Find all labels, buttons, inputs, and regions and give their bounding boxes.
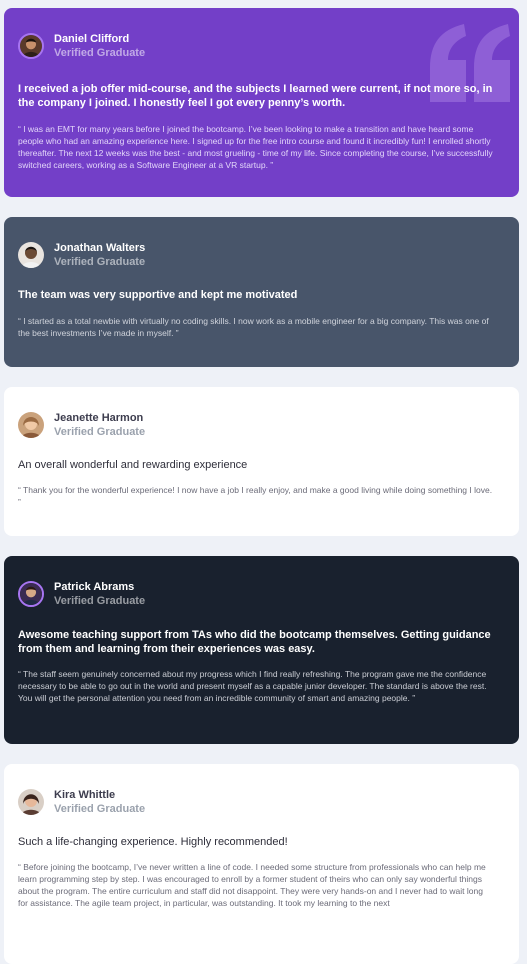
- testimonial-headline: Awesome teaching support from TAs who di…: [18, 629, 491, 655]
- avatar: [18, 412, 44, 438]
- testimonial-card-kira: Kira Whittle Verified Graduate Such a li…: [4, 764, 519, 964]
- author-header: Patrick Abrams Verified Graduate: [18, 580, 145, 608]
- author-name: Jeanette Harmon: [54, 412, 144, 424]
- testimonial-quote: “ The staff seem genuinely concerned abo…: [18, 669, 487, 703]
- testimonial-headline: I received a job offer mid-course, and t…: [18, 83, 493, 109]
- testimonial-headline: An overall wonderful and rewarding exper…: [18, 459, 248, 471]
- author-role: Verified Graduate: [54, 803, 146, 815]
- avatar: [18, 581, 44, 607]
- testimonial-card-jonathan: Jonathan Walters Verified Graduate The t…: [4, 217, 519, 367]
- testimonial-card-patrick: Patrick Abrams Verified Graduate Awesome…: [4, 556, 519, 744]
- testimonial-quote: “ Thank you for the wonderful experience…: [18, 485, 493, 507]
- avatar: [18, 33, 44, 59]
- author-name: Daniel Clifford: [54, 33, 130, 45]
- author-role: Verified Graduate: [54, 595, 146, 607]
- testimonial-quote: “ I started as a total newbie with virtu…: [18, 316, 489, 338]
- author-role: Verified Graduate: [54, 47, 146, 59]
- author-role: Verified Graduate: [54, 256, 146, 268]
- testimonial-quote: “ Before joining the bootcamp, I’ve neve…: [18, 862, 486, 908]
- author-name: Jonathan Walters: [54, 242, 146, 254]
- testimonial-card-daniel: Daniel Clifford Verified Graduate I rece…: [4, 8, 519, 197]
- author-name: Kira Whittle: [54, 789, 116, 801]
- avatar: [18, 789, 44, 815]
- testimonial-quote: “ I was an EMT for many years before I j…: [18, 124, 493, 170]
- author-role: Verified Graduate: [54, 426, 146, 438]
- testimonial-card-jeanette: Jeanette Harmon Verified Graduate An ove…: [4, 387, 519, 536]
- author-header: Daniel Clifford Verified Graduate: [18, 32, 145, 60]
- author-header: Jonathan Walters Verified Graduate: [18, 241, 145, 269]
- author-name: Patrick Abrams: [54, 581, 135, 593]
- testimonial-headline: Such a life-changing experience. Highly …: [18, 836, 288, 848]
- testimonial-headline: The team was very supportive and kept me…: [18, 289, 298, 301]
- author-header: Jeanette Harmon Verified Graduate: [18, 411, 145, 439]
- avatar: [18, 242, 44, 268]
- author-header: Kira Whittle Verified Graduate: [18, 788, 145, 816]
